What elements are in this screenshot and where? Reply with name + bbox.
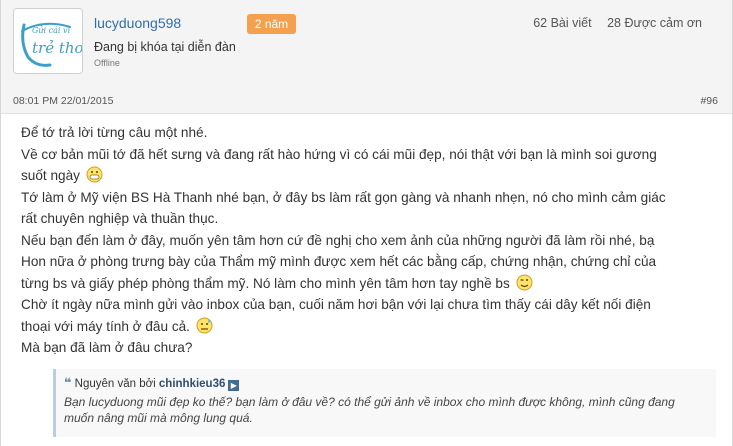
online-status: Offline bbox=[94, 58, 120, 68]
quote-icon: ❝ bbox=[64, 375, 72, 390]
post-meta-bar: 08:01 PM 22/01/2015 #96 bbox=[1, 90, 732, 114]
post-line: Để tớ trả lời từng câu một nhé. bbox=[21, 125, 208, 140]
post-line: từng bs và giấy phép phòng thẩm mỹ. Nó l… bbox=[21, 273, 711, 295]
quote-author-link[interactable]: chinhkieu36 bbox=[159, 378, 225, 390]
quote-text: Bạn lucyduong mũi đẹp ko thế? bạn làm ở … bbox=[64, 395, 675, 425]
user-stats: 62 Bài viết 28 Được cảm ơn bbox=[521, 16, 702, 30]
post-line: rất chuyên nghiệp và thuần thục. bbox=[21, 211, 219, 226]
user-title: Đang bị khóa tại diễn đàn bbox=[94, 40, 236, 54]
post-line: Hon nữa ở phòng trưng bày của Thẩm mỹ mì… bbox=[21, 254, 657, 269]
post-line: Mà bạn đã làm ở đâu chưa? bbox=[21, 340, 193, 355]
avatar-logo-icon: Gửi cái vì trẻ thơ bbox=[14, 9, 82, 73]
membership-badge: 2 năm bbox=[247, 14, 296, 34]
svg-text:trẻ thơ: trẻ thơ bbox=[32, 39, 82, 57]
wink-smiley-icon bbox=[516, 274, 533, 290]
quote-prefix: Nguyên văn bởi bbox=[74, 378, 156, 390]
post-line: Về cơ bản mũi tớ đã hết sưng và đang rất… bbox=[21, 146, 657, 162]
username-link[interactable]: lucyduong598 bbox=[94, 15, 181, 31]
post-line-text: từng bs và giấy phép phòng thẩm mỹ. Nó l… bbox=[21, 275, 510, 291]
post-line: Chờ ít ngày nữa mình gửi vào inbox của b… bbox=[21, 297, 651, 312]
post-body: Để tớ trả lời từng câu một nhé. Về cơ bả… bbox=[21, 122, 711, 359]
avatar[interactable]: Gửi cái vì trẻ thơ bbox=[13, 8, 83, 74]
thanks-count[interactable]: 28 Được cảm ơn bbox=[607, 16, 702, 30]
grin-smiley-icon bbox=[86, 166, 103, 183]
post-number-link[interactable]: #96 bbox=[700, 95, 718, 107]
forum-post: Gửi cái vì trẻ thơ lucyduong598 2 năm Đa… bbox=[0, 0, 733, 446]
post-line: Nếu bạn đến làm ở đây, muốn yên tâm hơn … bbox=[21, 232, 655, 248]
sweat-smiley-icon bbox=[196, 317, 213, 333]
svg-text:Gửi cái vì: Gửi cái vì bbox=[32, 26, 71, 35]
post-line-text: thoại với máy tính ở đâu cả. bbox=[21, 318, 190, 334]
go-to-post-icon[interactable]: ▶ bbox=[228, 380, 240, 391]
post-line: thoại với máy tính ở đâu cả. bbox=[21, 316, 711, 338]
post-line: Tớ làm ở Mỹ viện BS Hà Thanh nhé bạn, ở … bbox=[21, 189, 666, 205]
post-line: suốt ngày bbox=[21, 165, 711, 187]
post-count[interactable]: 62 Bài viết bbox=[533, 16, 591, 30]
quote-block: ❝ Nguyên văn bởi chinhkieu36 ▶ Bạn lucyduo… bbox=[53, 369, 716, 437]
post-timestamp: 08:01 PM 22/01/2015 bbox=[13, 95, 114, 107]
post-header: Gửi cái vì trẻ thơ lucyduong598 2 năm Đa… bbox=[1, 0, 732, 91]
post-line-text: suốt ngày bbox=[21, 168, 80, 183]
quote-header: ❝ Nguyên văn bởi chinhkieu36 ▶ bbox=[64, 375, 240, 391]
